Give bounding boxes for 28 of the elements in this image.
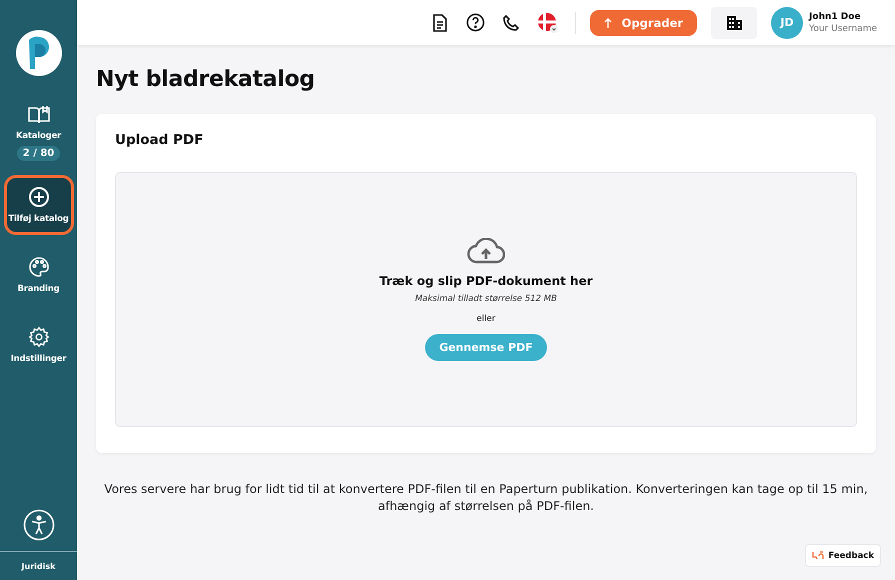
nav-item[interactable]: Branding bbox=[4, 245, 74, 305]
add-icon bbox=[28, 186, 50, 208]
accessibility-icon[interactable] bbox=[22, 509, 54, 541]
drop-heading: Træk og slip PDF-dokument her bbox=[379, 274, 593, 288]
feedback-button[interactable]: Feedback bbox=[805, 544, 881, 567]
arrow-up-icon bbox=[604, 18, 612, 28]
palette-icon bbox=[28, 256, 50, 278]
nav-item[interactable]: Tilføj katalog bbox=[4, 175, 74, 235]
conversion-note: Vores servere har brug for lidt tid til at konvertere PDF-filen til en Paperturn publikation. Konverteringen kan tage op til 15 min, afhængig af størrelsen på PDF-filen. bbox=[103, 481, 869, 515]
drop-zone[interactable]: Træk og slip PDF-dokument her Maksimal tilladt størrelse 512 MB eller Gennemse PDF bbox=[115, 172, 857, 427]
building-icon[interactable] bbox=[726, 14, 743, 30]
nav-item[interactable]: Indstillinger bbox=[4, 315, 74, 375]
document-icon[interactable] bbox=[432, 14, 448, 32]
separator-text: eller bbox=[476, 314, 496, 324]
phone-icon[interactable] bbox=[502, 14, 519, 30]
cloud-upload-icon bbox=[467, 238, 505, 264]
feedback-icon bbox=[812, 550, 824, 561]
help-icon[interactable] bbox=[466, 13, 485, 32]
settings-icon bbox=[28, 326, 50, 348]
page-title: Nyt bladrekatalog bbox=[96, 67, 316, 92]
user-username: Your Username bbox=[809, 22, 877, 34]
card-title: Upload PDF bbox=[115, 132, 204, 148]
nav-item[interactable]: Kataloger bbox=[4, 94, 74, 146]
catalog-count: 2 / 80 bbox=[16, 146, 60, 161]
book-icon bbox=[28, 105, 50, 125]
size-limit: Maksimal tilladt størrelse 512 MB bbox=[415, 294, 557, 304]
flag-icon[interactable] bbox=[536, 12, 559, 34]
user-name: John1 Doe bbox=[809, 10, 862, 22]
